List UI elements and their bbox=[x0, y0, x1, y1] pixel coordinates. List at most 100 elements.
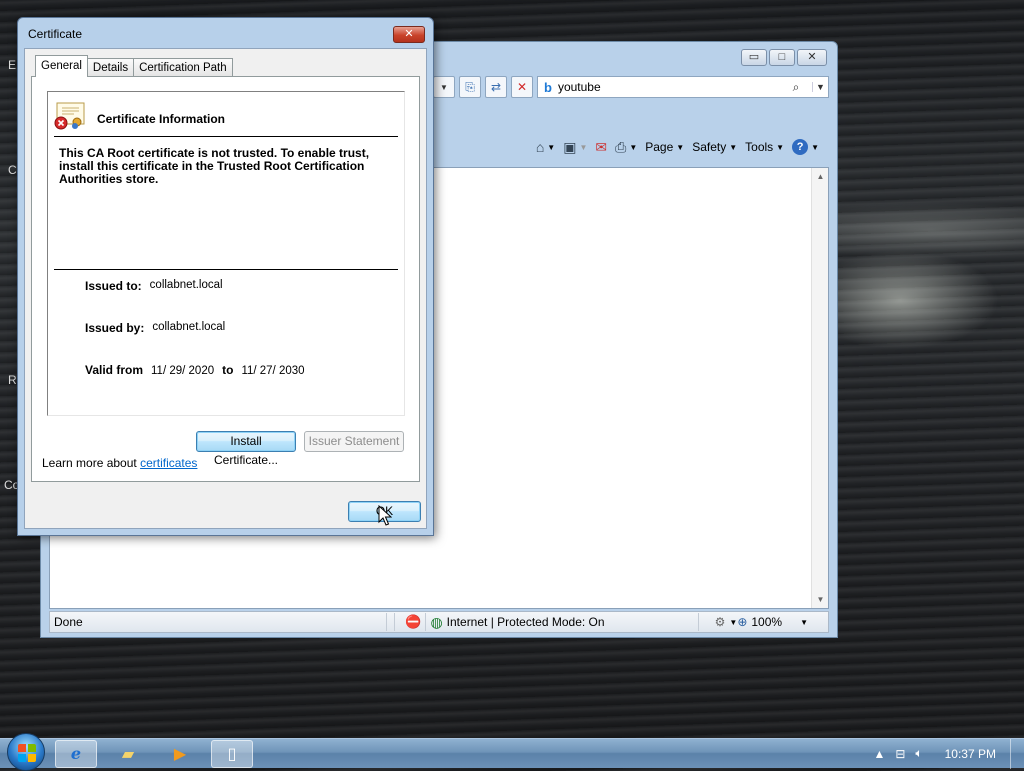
zoom-icon: ⊕ bbox=[737, 615, 748, 629]
safety-menu[interactable]: Safety ▼ bbox=[692, 140, 737, 154]
start-button[interactable] bbox=[7, 732, 45, 771]
chevron-down-icon[interactable]: ▼ bbox=[629, 143, 637, 152]
chevron-down-icon[interactable]: ▼ bbox=[729, 618, 737, 627]
taskbar-internet-explorer[interactable]: e bbox=[55, 739, 97, 768]
refresh-icon: ⇄ bbox=[490, 80, 502, 94]
rss-icon: ▣ bbox=[563, 138, 577, 155]
desktop-icon-label[interactable]: R bbox=[8, 373, 17, 387]
desktop-icon-label[interactable]: C bbox=[8, 163, 17, 177]
maximize-icon: □ bbox=[778, 51, 786, 63]
chevron-down-icon: ▼ bbox=[729, 142, 738, 152]
compatibility-icon: ⎘ bbox=[465, 79, 475, 94]
tab-details[interactable]: Details bbox=[86, 58, 135, 77]
print-button[interactable]: ⎙ ▼ bbox=[615, 139, 637, 156]
search-box[interactable]: b youtube ⌕ ▼ bbox=[537, 76, 829, 98]
certificate-info-title: Certificate Information bbox=[97, 112, 226, 126]
taskbar-certificate-window[interactable]: ▯ bbox=[211, 739, 253, 768]
status-divider bbox=[425, 613, 427, 631]
security-zone[interactable]: ◍ Internet | Protected Mode: On bbox=[430, 614, 693, 631]
clock[interactable]: 10:37 PM bbox=[945, 747, 996, 761]
compatibility-view-button[interactable]: ⎘ bbox=[459, 76, 481, 98]
minimize-button[interactable]: ▭ bbox=[741, 49, 767, 66]
help-button[interactable]: ? ▼ bbox=[792, 139, 819, 155]
chevron-down-icon[interactable]: ▼ bbox=[547, 143, 555, 152]
learn-more-text: Learn more about certificates bbox=[42, 456, 197, 470]
maximize-button[interactable]: □ bbox=[769, 49, 795, 66]
popup-blocked-icon[interactable]: ⛔ bbox=[405, 614, 421, 630]
show-hidden-icons-icon[interactable]: ▲ bbox=[873, 747, 885, 761]
stop-button[interactable]: ✕ bbox=[511, 76, 533, 98]
tab-general[interactable]: General bbox=[35, 55, 88, 77]
divider bbox=[54, 269, 398, 270]
chevron-down-icon: ▼ bbox=[676, 142, 685, 152]
vertical-scrollbar[interactable]: ▲ ▼ bbox=[811, 168, 828, 608]
status-divider bbox=[697, 613, 699, 631]
valid-to-label: to bbox=[222, 363, 234, 377]
issued-by-row: Issued by: collabnet.local bbox=[85, 321, 225, 335]
tab-certification-path[interactable]: Certification Path bbox=[133, 58, 233, 77]
dialog-title: Certificate bbox=[28, 27, 83, 41]
windows-logo-icon bbox=[18, 743, 36, 762]
search-icon[interactable]: ⌕ bbox=[786, 80, 806, 95]
mail-icon: ✉ bbox=[595, 138, 608, 155]
show-desktop-button[interactable] bbox=[1010, 738, 1024, 769]
issued-to-label: Issued to: bbox=[85, 279, 142, 293]
desktop-icon-label[interactable]: E bbox=[8, 58, 16, 72]
safety-menu-label: Safety bbox=[692, 140, 727, 154]
valid-from-label: Valid from bbox=[85, 363, 144, 377]
close-button[interactable]: ✕ bbox=[797, 49, 827, 66]
chevron-down-icon: ▼ bbox=[811, 142, 819, 152]
certificates-link[interactable]: certificates bbox=[140, 456, 197, 470]
bing-icon: b bbox=[544, 79, 552, 95]
status-divider bbox=[394, 613, 396, 631]
issued-to-row: Issued to: collabnet.local bbox=[85, 279, 223, 293]
home-button[interactable]: ⌂ ▼ bbox=[536, 139, 555, 155]
volume-muted-icon[interactable]: 🔈︎ bbox=[915, 746, 922, 761]
feeds-button[interactable]: ▣ ▼ bbox=[563, 139, 587, 156]
install-certificate-button[interactable]: Install Certificate... bbox=[196, 431, 296, 467]
tools-menu-label: Tools bbox=[745, 140, 774, 154]
chevron-down-icon[interactable]: ▼ bbox=[579, 143, 587, 152]
taskbar: e ▰ ▶ ▯ ▲ ⊟ 🔈︎ 10:37 PM bbox=[0, 732, 1024, 771]
certificate-info-box: Certificate Information This CA Root cer… bbox=[47, 91, 405, 416]
address-dropdown-button[interactable]: ▼ bbox=[433, 76, 455, 98]
search-input[interactable]: youtube bbox=[558, 80, 780, 94]
valid-to-value: 11/ 27/ 2030 bbox=[241, 365, 305, 377]
taskbar-media-player[interactable]: ▶ bbox=[159, 740, 201, 768]
dialog-body: General Details Certification Path Certi… bbox=[24, 48, 427, 529]
stop-icon: ✕ bbox=[516, 80, 528, 94]
page-menu[interactable]: Page ▼ bbox=[645, 140, 684, 154]
taskbar-explorer[interactable]: ▰ bbox=[107, 740, 149, 768]
divider bbox=[54, 136, 398, 137]
search-options-dropdown[interactable]: ▼ bbox=[812, 82, 828, 92]
minimize-icon: ▭ bbox=[748, 51, 760, 63]
tools-menu[interactable]: Tools ▼ bbox=[745, 140, 784, 154]
trust-warning-text: This CA Root certificate is not trusted.… bbox=[59, 146, 370, 186]
media-player-icon: ▶ bbox=[173, 745, 187, 763]
status-divider bbox=[385, 613, 387, 631]
scroll-down-icon[interactable]: ▼ bbox=[812, 595, 829, 604]
document-icon: ▯ bbox=[227, 745, 237, 763]
chevron-down-icon: ▼ bbox=[440, 82, 448, 92]
issuer-statement-button[interactable]: Issuer Statement bbox=[304, 431, 404, 452]
printer-icon: ⎙ bbox=[615, 138, 627, 155]
scroll-up-icon[interactable]: ▲ bbox=[812, 172, 829, 181]
zoom-control[interactable]: ⊕ 100% ▼ bbox=[737, 615, 828, 629]
command-bar: ⌂ ▼ ▣ ▼ ✉ ⎙ ▼ Page ▼ Safety ▼ Tools ▼ ? ▼ bbox=[475, 132, 829, 162]
network-icon[interactable]: ⊟ bbox=[895, 747, 905, 761]
chevron-down-icon: ▼ bbox=[800, 617, 808, 627]
protected-mode-icon[interactable]: ⚙ bbox=[715, 615, 726, 629]
refresh-button[interactable]: ⇄ bbox=[485, 76, 507, 98]
home-icon: ⌂ bbox=[535, 139, 545, 155]
zone-text: Internet | Protected Mode: On bbox=[446, 615, 605, 629]
close-icon: ✕ bbox=[404, 28, 414, 40]
globe-icon: ◍ bbox=[430, 613, 443, 630]
folder-icon: ▰ bbox=[121, 745, 135, 763]
dialog-close-button[interactable]: ✕ bbox=[393, 26, 425, 43]
close-icon: ✕ bbox=[807, 51, 817, 63]
issued-to-value: collabnet.local bbox=[149, 279, 223, 291]
issued-by-value: collabnet.local bbox=[152, 321, 226, 333]
certificate-dialog: Certificate ✕ General Details Certificat… bbox=[17, 17, 434, 536]
status-text: Done bbox=[54, 615, 83, 629]
read-mail-button[interactable]: ✉ bbox=[595, 139, 607, 156]
